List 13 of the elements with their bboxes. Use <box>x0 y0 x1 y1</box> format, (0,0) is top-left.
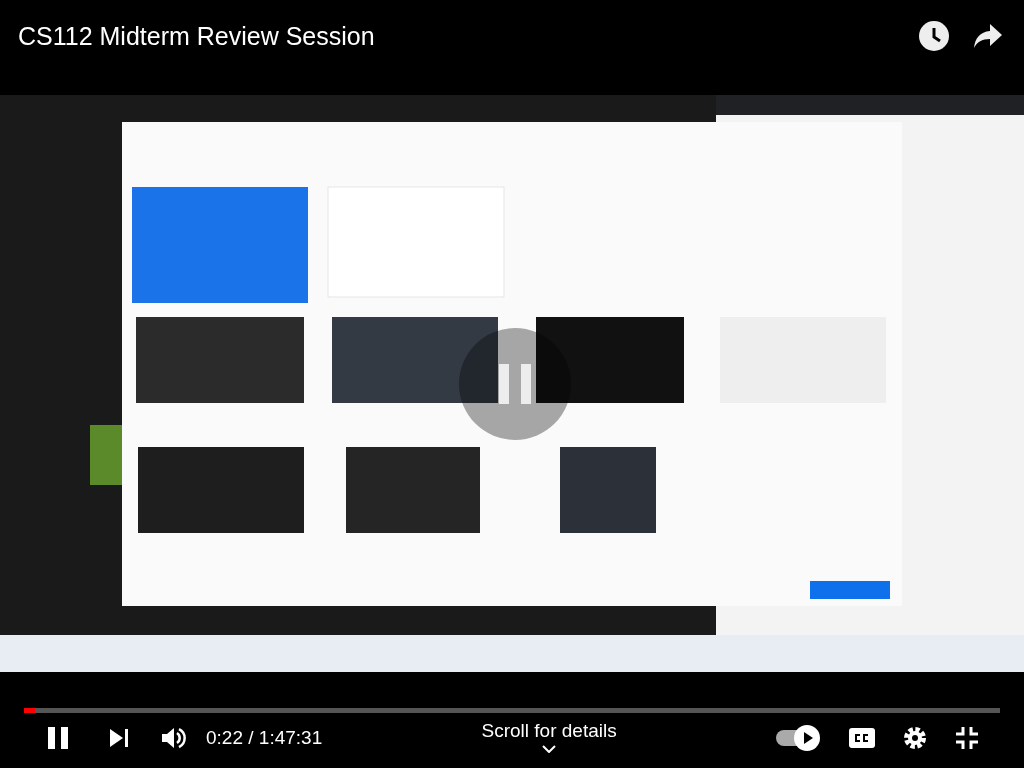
settings-icon[interactable] <box>902 725 928 751</box>
chevron-down-icon[interactable] <box>542 745 557 754</box>
clock-icon[interactable] <box>918 20 950 52</box>
next-icon[interactable] <box>108 727 130 749</box>
autoplay-toggle[interactable] <box>776 725 820 751</box>
time-display: 0:22 / 1:47:31 <box>206 725 323 750</box>
video-title: CS112 Midterm Review Session <box>18 21 375 52</box>
progress-track[interactable] <box>24 708 1000 713</box>
scroll-hint[interactable]: Scroll for details <box>481 716 617 746</box>
captions-icon[interactable] <box>848 727 876 749</box>
exit-fullscreen-icon[interactable] <box>954 725 980 751</box>
volume-icon[interactable] <box>160 726 186 750</box>
share-icon[interactable] <box>972 22 1004 50</box>
